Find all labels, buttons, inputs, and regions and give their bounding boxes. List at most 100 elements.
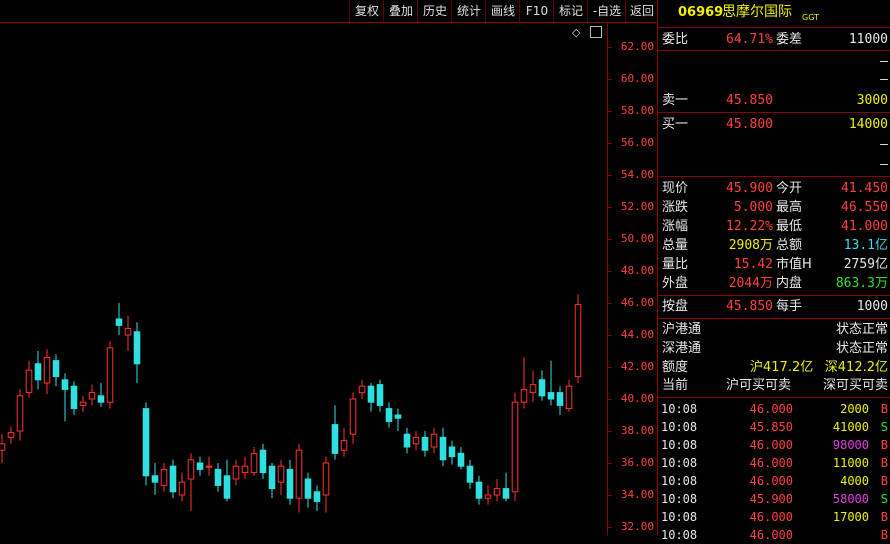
- candle: [412, 431, 420, 451]
- trade-row: 10:08 46.000 11000 B: [658, 454, 890, 472]
- price-tick-label: 54.00: [620, 168, 654, 181]
- toolbar-button[interactable]: 返回: [625, 0, 658, 22]
- quote-value: 46.550: [841, 200, 888, 215]
- shen-connect-status: 状态正常: [835, 341, 888, 356]
- candle-body: [484, 494, 492, 499]
- toolbar-button[interactable]: F10: [519, 0, 554, 22]
- candle-body: [412, 436, 420, 445]
- toolbar-button[interactable]: 标记: [553, 0, 588, 22]
- candle-body: [160, 468, 168, 486]
- quote-label: 市值H: [776, 257, 812, 272]
- candle-body: [205, 465, 213, 468]
- candle: [142, 402, 150, 486]
- anpan-value: 45.850: [726, 299, 773, 314]
- candle-body: [169, 465, 177, 493]
- trade-time: 10:08: [661, 420, 698, 434]
- toolbar-button[interactable]: 画线: [485, 0, 520, 22]
- price-tick-label: 52.00: [620, 200, 654, 213]
- price-tick-label: 50.00: [620, 232, 654, 245]
- trade-direction: B: [880, 474, 888, 488]
- candle: [520, 357, 528, 409]
- candle: [511, 392, 519, 502]
- candle-body: [124, 328, 132, 336]
- candle: [34, 351, 42, 390]
- candle: [574, 294, 582, 383]
- trade-qty: 41000: [832, 420, 869, 434]
- trade-direction: B: [880, 402, 888, 416]
- candle-body: [79, 401, 87, 406]
- trade-time: 10:08: [661, 474, 698, 488]
- price-tick-mark: [608, 79, 612, 80]
- weicha-value: 11000: [848, 32, 888, 47]
- kline-svg: [0, 294, 582, 513]
- diamond-icon[interactable]: ◇: [572, 26, 580, 39]
- candle-body: [565, 385, 573, 410]
- panel-toggle-icon[interactable]: [590, 26, 602, 38]
- candle-body: [133, 331, 141, 365]
- toolbar-button[interactable]: 叠加: [383, 0, 418, 22]
- candle-body: [367, 385, 375, 403]
- candle-body: [70, 385, 78, 410]
- quote-label: 总量: [662, 238, 689, 253]
- candle-body: [358, 385, 366, 394]
- toolbar-button[interactable]: -自选: [587, 0, 626, 22]
- trade-price: 46.000: [749, 438, 793, 452]
- candle-body: [331, 424, 339, 454]
- buy1-qty: 14000: [848, 117, 888, 132]
- price-tick-label: 62.00: [620, 40, 654, 53]
- candle: [88, 384, 96, 406]
- candle: [358, 379, 366, 399]
- candle: [331, 405, 339, 460]
- stock-header: 06969 思摩尔国际 GGT: [658, 3, 890, 23]
- quote-label: 总额: [776, 238, 803, 253]
- bid-row: –: [658, 135, 890, 154]
- price-tick-mark: [608, 463, 612, 464]
- candle: [403, 427, 411, 454]
- candle: [376, 379, 384, 412]
- candle: [538, 370, 546, 401]
- quote-label: 今开: [776, 181, 803, 196]
- candle-body: [214, 468, 222, 486]
- quota-label: 额度: [662, 360, 689, 375]
- price-tick-label: 46.00: [620, 296, 654, 309]
- buy1-price: 45.800: [726, 117, 773, 132]
- toolbar-button[interactable]: 复权: [349, 0, 384, 22]
- candle-body: [538, 379, 546, 397]
- quote-label: 最高: [776, 200, 803, 215]
- trade-time: 10:08: [661, 438, 698, 452]
- candle: [169, 459, 177, 499]
- toolbar-button[interactable]: 历史: [417, 0, 452, 22]
- quote-label: 外盘: [662, 276, 689, 291]
- quote-value: 12.22%: [726, 219, 773, 234]
- candle: [367, 383, 375, 412]
- candle-body: [304, 478, 312, 499]
- candle: [421, 431, 429, 457]
- kline-chart[interactable]: ◇: [0, 23, 607, 535]
- candle: [340, 427, 348, 457]
- price-tick-label: 42.00: [620, 360, 654, 373]
- trade-price: 46.000: [749, 456, 793, 470]
- candle: [250, 447, 258, 476]
- candle-body: [115, 318, 123, 326]
- candle-body: [529, 384, 537, 394]
- quote-panel: 06969 思摩尔国际 GGT 委比 64.71% 委差 11000 – – 卖…: [657, 0, 890, 542]
- candle: [97, 383, 105, 407]
- toolbar-button[interactable]: 统计: [451, 0, 486, 22]
- buy1-label: 买一: [662, 117, 689, 132]
- candle-body: [475, 481, 483, 499]
- current-hu: 沪可买可卖: [726, 378, 792, 393]
- quote-row: 涨跌 5.000 最高 46.550: [658, 198, 890, 217]
- quote-row: 现价 45.900 今开 41.450: [658, 179, 890, 198]
- trade-direction: S: [880, 420, 888, 434]
- quote-label: 内盘: [776, 276, 803, 291]
- candle: [16, 389, 24, 441]
- price-tick-mark: [608, 271, 612, 272]
- sell1-label: 卖一: [662, 93, 689, 108]
- trade-time: 10:08: [661, 456, 698, 470]
- candle: [259, 443, 267, 479]
- trade-price: 46.000: [749, 474, 793, 488]
- price-tick-mark: [608, 143, 612, 144]
- candle-body: [277, 465, 285, 483]
- candle-body: [223, 475, 231, 499]
- sell1-row: 卖一 45.850 3000: [658, 91, 890, 110]
